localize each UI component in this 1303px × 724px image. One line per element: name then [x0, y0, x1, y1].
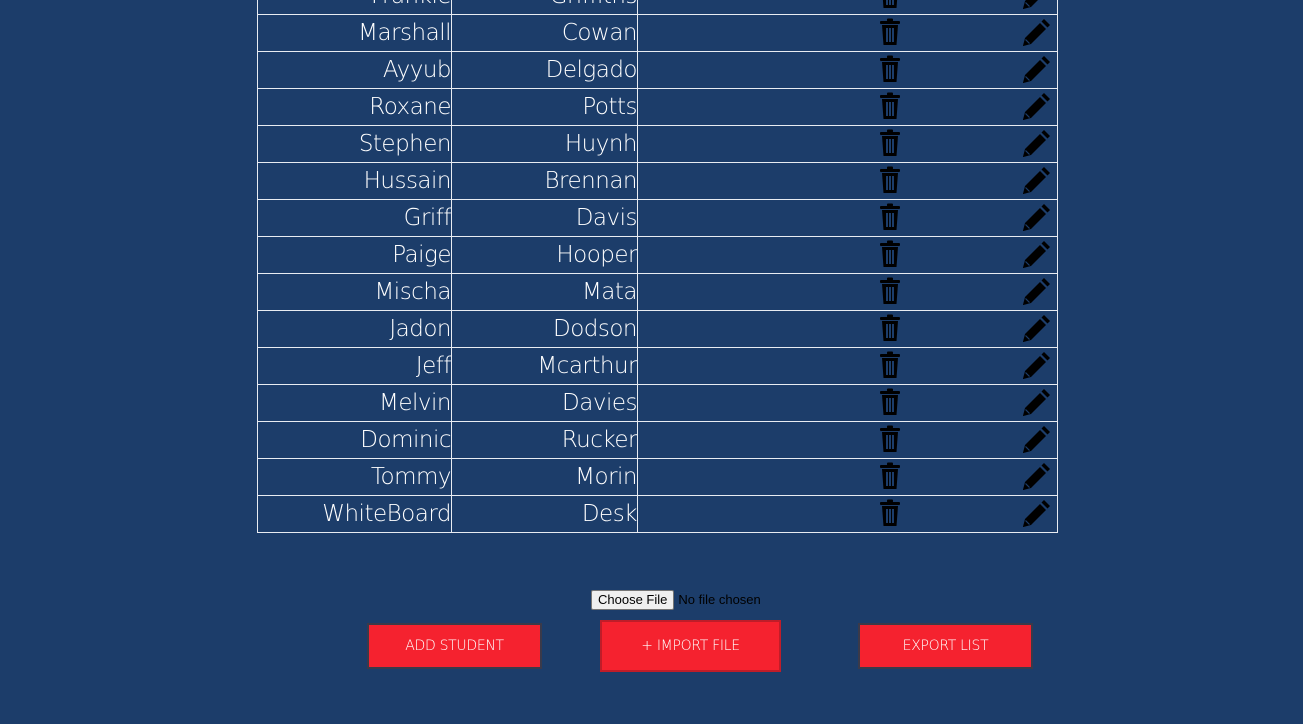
trash-icon[interactable] [878, 92, 902, 126]
table-row: Hussain Brennan [257, 162, 1058, 203]
pencil-icon[interactable] [1020, 500, 1050, 536]
table-row: Ayyub Delgado [257, 51, 1058, 92]
last-name-cell: Davies [451, 384, 638, 422]
trash-icon[interactable] [878, 55, 902, 89]
row-actions-cell [637, 310, 1058, 351]
trash-icon[interactable] [878, 499, 902, 533]
row-actions-cell [637, 88, 1058, 129]
first-name-cell: WhiteBoard [257, 495, 452, 533]
trash-icon[interactable] [878, 314, 902, 348]
table-row: Mischa Mata [257, 273, 1058, 314]
trash-icon[interactable] [878, 425, 902, 459]
export-list-button[interactable]: EXPORT LIST [858, 623, 1033, 669]
last-name-cell: Cowan [451, 14, 638, 52]
first-name-cell: Hussain [257, 162, 452, 200]
file-input-row: Choose File No file chosen [591, 589, 761, 610]
trash-icon[interactable] [878, 462, 902, 496]
table-row: Paige Hooper [257, 236, 1058, 277]
first-name-cell: Stephen [257, 125, 452, 163]
row-actions-cell [637, 162, 1058, 203]
pencil-icon[interactable] [1020, 93, 1050, 129]
add-student-button[interactable]: ADD STUDENT [367, 623, 542, 669]
page: FrankieGriffithsMarshallCowanAyyubDelgad… [0, 0, 1303, 724]
row-actions-cell [637, 236, 1058, 277]
row-actions-cell [637, 421, 1058, 462]
table-row: Jadon Dodson [257, 310, 1058, 351]
table-row: FrankieGriffiths [257, 0, 1058, 15]
pencil-icon[interactable] [1020, 130, 1050, 166]
pencil-icon[interactable] [1020, 167, 1050, 203]
last-name-cell: Hooper [451, 236, 638, 274]
file-status-label: No file chosen [678, 592, 761, 607]
last-name-cell: Davis [451, 199, 638, 237]
last-name-cell: Dodson [451, 310, 638, 348]
first-name-cell: Griff [257, 199, 452, 237]
pencil-icon[interactable] [1020, 463, 1050, 499]
trash-icon[interactable] [878, 166, 902, 200]
row-actions-cell [637, 347, 1058, 388]
trash-icon[interactable] [878, 203, 902, 237]
pencil-icon[interactable] [1020, 278, 1050, 314]
last-name-cell: Desk [451, 495, 638, 533]
first-name-cell: Melvin [257, 384, 452, 422]
first-name-cell: Tommy [257, 458, 452, 496]
students-table: FrankieGriffithsMarshallCowanAyyubDelgad… [257, 0, 1058, 533]
pencil-icon[interactable] [1020, 352, 1050, 388]
last-name-cell: Potts [451, 88, 638, 126]
trash-icon[interactable] [878, 277, 902, 311]
table-row: Stephen Huynh [257, 125, 1058, 166]
table-row: Tommy Morin [257, 458, 1058, 499]
students-table-body: FrankieGriffithsMarshallCowanAyyubDelgad… [257, 0, 1058, 536]
trash-icon[interactable] [878, 129, 902, 163]
import-file-button[interactable]: + IMPORT FILE [600, 620, 781, 672]
pencil-icon[interactable] [1020, 241, 1050, 277]
table-row: Jeff Mcarthur [257, 347, 1058, 388]
pencil-icon[interactable] [1020, 315, 1050, 351]
trash-icon[interactable] [878, 240, 902, 274]
pencil-icon[interactable] [1020, 426, 1050, 462]
row-actions-cell [637, 0, 1058, 15]
table-row: Dominic Rucker [257, 421, 1058, 462]
pencil-icon[interactable] [1020, 204, 1050, 240]
pencil-icon[interactable] [1020, 56, 1050, 92]
row-actions-cell [637, 458, 1058, 499]
choose-file-button[interactable]: Choose File [591, 589, 675, 610]
first-name-cell: Paige [257, 236, 452, 274]
first-name-cell: Dominic [257, 421, 452, 459]
first-name-cell: Roxane [257, 88, 452, 126]
last-name-cell: Mcarthur [451, 347, 638, 385]
row-actions-cell [637, 14, 1058, 55]
first-name-cell: Ayyub [257, 51, 452, 89]
row-actions-cell [637, 495, 1058, 536]
table-row: Griff Davis [257, 199, 1058, 240]
last-name-cell: Rucker [451, 421, 638, 459]
last-name-cell: Griffiths [451, 0, 638, 15]
last-name-cell: Huynh [451, 125, 638, 163]
row-actions-cell [637, 199, 1058, 240]
last-name-cell: Morin [451, 458, 638, 496]
last-name-cell: Delgado [451, 51, 638, 89]
last-name-cell: Brennan [451, 162, 638, 200]
first-name-cell: Jeff [257, 347, 452, 385]
table-row: WhiteBoard Desk [257, 495, 1058, 536]
trash-icon[interactable] [878, 351, 902, 385]
last-name-cell: Mata [451, 273, 638, 311]
first-name-cell: Mischa [257, 273, 452, 311]
trash-icon[interactable] [878, 388, 902, 422]
trash-icon[interactable] [878, 18, 902, 52]
first-name-cell: Marshall [257, 14, 452, 52]
trash-icon[interactable] [878, 0, 902, 15]
first-name-cell: Frankie [257, 0, 452, 15]
pencil-icon[interactable] [1020, 19, 1050, 55]
row-actions-cell [637, 273, 1058, 314]
table-row: Marshall Cowan [257, 14, 1058, 55]
table-row: Melvin Davies [257, 384, 1058, 425]
row-actions-cell [637, 51, 1058, 92]
pencil-icon[interactable] [1020, 389, 1050, 425]
first-name-cell: Jadon [257, 310, 452, 348]
row-actions-cell [637, 384, 1058, 425]
row-actions-cell [637, 125, 1058, 166]
table-row: Roxane Potts [257, 88, 1058, 129]
